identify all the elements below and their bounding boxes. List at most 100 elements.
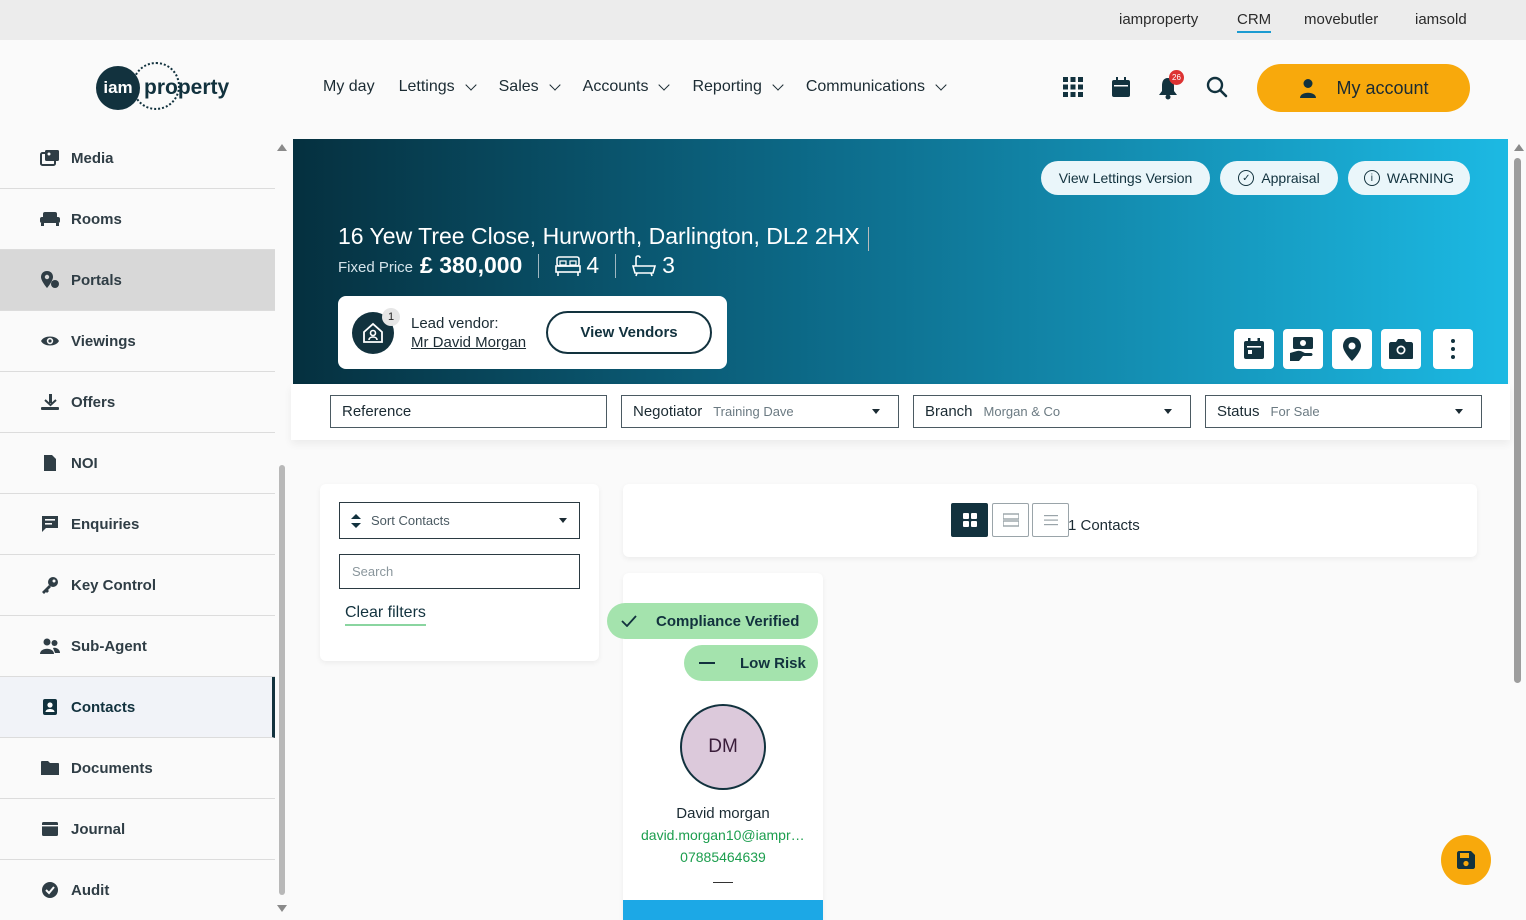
sidebar-item-documents[interactable]: Documents [0, 738, 275, 799]
nav-sales[interactable]: Sales [499, 78, 561, 96]
sidebar-scrollbar[interactable] [277, 140, 287, 912]
sidebar-scroll-thumb[interactable] [279, 465, 285, 895]
contact-card[interactable]: Compliance Verified Low Risk DM David mo… [607, 573, 823, 920]
caret-down-icon [872, 409, 880, 414]
warning-label: WARNING [1386, 170, 1455, 186]
chevron-down-icon [935, 78, 947, 91]
property-filters-row: Reference Negotiator Training Dave Branc… [291, 384, 1510, 440]
sidebar-item-enquiries[interactable]: Enquiries [0, 494, 275, 555]
calendar-action-button[interactable] [1234, 329, 1274, 369]
search-icon[interactable] [1206, 76, 1230, 100]
save-button[interactable] [1441, 835, 1491, 885]
sidebar-item-contacts[interactable]: Contacts [0, 677, 275, 738]
caret-down-icon [1455, 409, 1463, 414]
appraisal-button[interactable]: ✓ Appraisal [1220, 161, 1338, 195]
sidebar-item-media[interactable]: Media [0, 128, 275, 189]
check-icon [621, 615, 637, 627]
map-pin-icon [1343, 337, 1361, 361]
contacts-search-input[interactable] [339, 554, 580, 589]
nav-my-day-label: My day [323, 78, 375, 95]
iamproperty-logo[interactable]: iam property [96, 62, 229, 112]
sidebar-item-label: Enquiries [71, 515, 140, 533]
nav-my-day[interactable]: My day [323, 78, 375, 96]
portal-icon [40, 270, 60, 290]
bath-icon [632, 254, 657, 276]
map-action-button[interactable] [1332, 329, 1372, 369]
nav-accounts[interactable]: Accounts [583, 78, 671, 96]
scroll-up-arrow[interactable] [277, 144, 287, 151]
sidebar-item-label: Contacts [71, 698, 136, 716]
view-lettings-version-button[interactable]: View Lettings Version [1041, 161, 1210, 195]
camera-icon [1389, 339, 1413, 359]
nav-reporting[interactable]: Reporting [692, 78, 784, 96]
sidebar-item-key-control[interactable]: Key Control [0, 555, 275, 616]
low-risk-badge: Low Risk [684, 645, 818, 681]
sidebar-item-label: Portals [71, 271, 122, 289]
link-crm[interactable]: CRM [1237, 11, 1272, 33]
grid-view-button[interactable] [951, 503, 988, 537]
sidebar-item-label: NOI [71, 454, 98, 472]
sidebar-item-viewings[interactable]: Viewings [0, 311, 275, 372]
grid-icon[interactable] [1062, 76, 1086, 100]
status-select[interactable]: Status For Sale [1205, 395, 1482, 428]
negotiator-select[interactable]: Negotiator Training Dave [621, 395, 899, 428]
valuation-action-button[interactable] [1283, 329, 1323, 369]
bathrooms-count: 3 [662, 252, 675, 278]
sidebar-item-journal[interactable]: Journal [0, 799, 275, 860]
chevron-down-icon [464, 78, 477, 91]
photos-action-button[interactable] [1381, 329, 1421, 369]
my-account-button[interactable]: My account [1257, 64, 1470, 112]
lead-vendor-card: 1 Lead vendor: Mr David Morgan View Vend… [338, 296, 727, 369]
warning-button[interactable]: i WARNING [1348, 161, 1470, 195]
contact-card-footer[interactable] [623, 900, 823, 920]
divider [868, 227, 869, 251]
sidebar-item-offers[interactable]: Offers [0, 372, 275, 433]
nav-communications[interactable]: Communications [806, 78, 947, 96]
more-actions-button[interactable] [1433, 329, 1473, 369]
sidebar-item-label: Offers [71, 393, 116, 411]
link-iamsold[interactable]: iamsold [1415, 11, 1467, 28]
sidebar-item-sub-agent[interactable]: Sub-Agent [0, 616, 275, 677]
main-nav: My day Lettings Sales Accounts Reporting… [323, 78, 969, 96]
sidebar-item-label: Rooms [71, 210, 122, 228]
list-view-button[interactable] [1032, 503, 1069, 537]
compliance-label: Compliance Verified [656, 612, 800, 630]
property-address: 16 Yew Tree Close, Hurworth, Darlington,… [338, 223, 860, 249]
sidebar-item-audit[interactable]: Audit [0, 860, 275, 920]
view-vendors-button[interactable]: View Vendors [546, 311, 712, 354]
contact-card-icon [40, 697, 60, 717]
sidebar-item-rooms[interactable]: Rooms [0, 189, 275, 250]
sort-contacts-select[interactable]: Sort Contacts [339, 502, 580, 539]
property-hero: View Lettings Version ✓ Appraisal i WARNIN… [293, 139, 1508, 384]
negotiator-label: Negotiator [633, 403, 703, 420]
eye-icon [40, 331, 60, 351]
page-scrollbar[interactable] [1511, 140, 1526, 920]
contact-phone-link[interactable]: 07885464639 [623, 849, 823, 865]
card-view-button[interactable] [992, 503, 1029, 537]
scroll-up-arrow[interactable] [1514, 144, 1524, 151]
sidebar-item-label: Media [71, 149, 114, 167]
branch-select[interactable]: Branch Morgan & Co [913, 395, 1191, 428]
scroll-down-arrow[interactable] [277, 905, 287, 912]
contacts-header: 1 Contacts [623, 484, 1477, 557]
bell-icon[interactable]: 26 [1157, 70, 1184, 100]
bed-icon [555, 255, 582, 276]
lead-vendor-name-link[interactable]: Mr David Morgan [411, 334, 526, 351]
nav-lettings[interactable]: Lettings [399, 78, 477, 96]
sidebar-item-noi[interactable]: NOI [0, 433, 275, 494]
sidebar-item-portals[interactable]: Portals [0, 250, 275, 311]
minus-icon [699, 662, 715, 664]
clear-filters-link[interactable]: Clear filters [345, 604, 426, 626]
branch-label: Branch [925, 403, 973, 420]
link-movebutler[interactable]: movebutler [1304, 11, 1378, 28]
calendar-icon[interactable] [1110, 76, 1134, 100]
sidebar-item-label: Audit [71, 881, 110, 899]
reference-field[interactable]: Reference [330, 395, 607, 428]
price-row: Fixed Price £ 380,000 4 3 [338, 252, 675, 279]
page-scroll-thumb[interactable] [1514, 158, 1521, 683]
contact-email-link[interactable]: david.morgan10@iamproperty.co.uk [623, 827, 823, 843]
chevron-down-icon [658, 78, 671, 91]
price-value: £ 380,000 [420, 252, 523, 278]
reference-label: Reference [342, 403, 412, 420]
link-iamproperty[interactable]: iamproperty [1119, 11, 1198, 28]
